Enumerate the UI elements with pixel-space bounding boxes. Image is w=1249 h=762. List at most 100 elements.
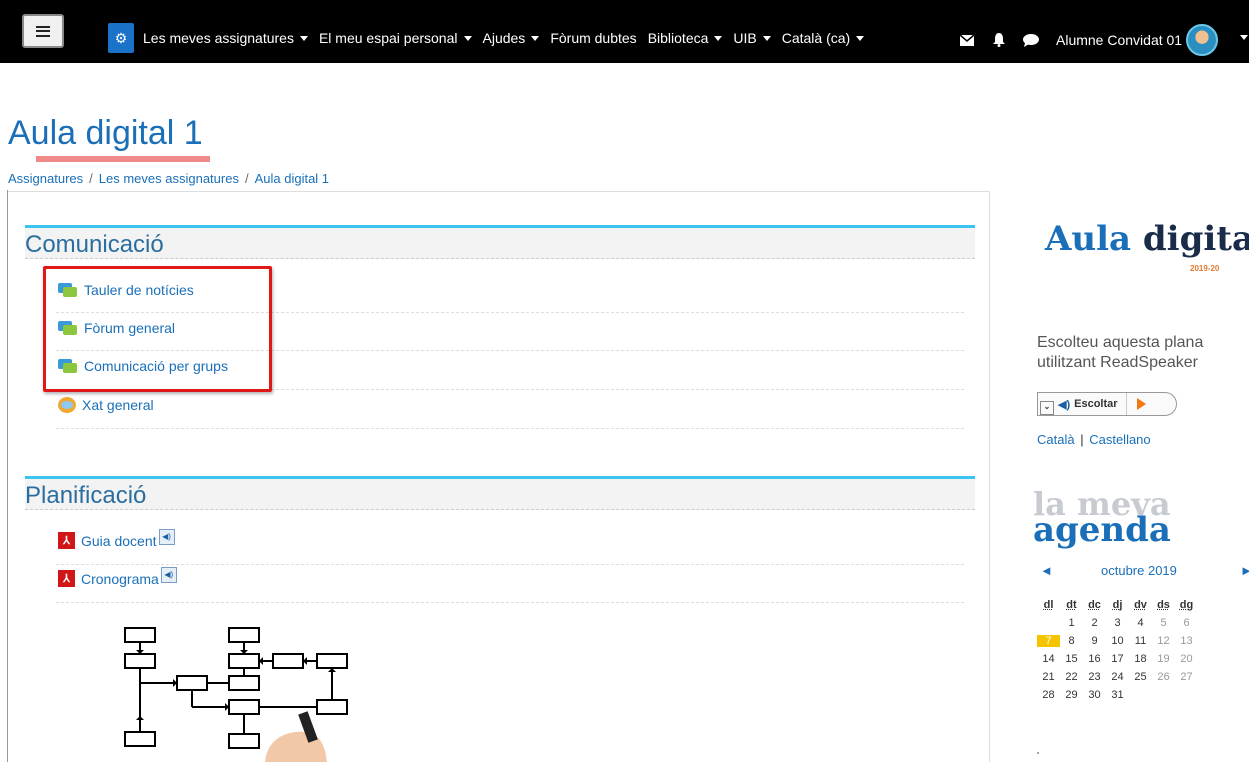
calendar-day[interactable]: 22 [1060,671,1083,683]
activity-label: Guia docent [81,532,157,549]
title-underline [36,156,210,162]
top-navbar: ⚙ Les meves assignatures El meu espai pe… [0,0,1249,63]
calendar-day[interactable]: 5 [1152,617,1175,629]
activity-label: Cronograma [81,570,159,587]
chevron-down-icon[interactable] [1240,35,1248,40]
breadcrumb-link-aula-digital-1[interactable]: Aula digital 1 [255,171,329,186]
bell-icon[interactable] [990,33,1008,47]
logo-word: digital [1142,219,1249,259]
calendar-day[interactable]: 8 [1060,635,1083,647]
breadcrumb-separator: / [244,171,249,186]
breadcrumb-separator: / [89,171,93,186]
calendar-day[interactable]: 26 [1152,671,1175,683]
calendar-day[interactable]: 4 [1129,617,1152,629]
next-month-arrow-icon[interactable]: ► [1240,563,1249,578]
chat-icon [58,397,76,413]
calendar-week: 7 8 9 10 11 12 13 [1037,632,1249,650]
calendar-day[interactable]: 11 [1129,635,1152,647]
weekday: dv [1134,599,1147,611]
nav-forum-dubtes[interactable]: Fòrum dubtes [550,30,636,46]
user-name[interactable]: Alumne Convidat 01 [1056,32,1182,48]
chevron-down-icon [463,35,472,41]
nav-les-meves-assignatures[interactable]: Les meves assignatures [143,30,308,46]
breadcrumb-link-les-meves-assignatures[interactable]: Les meves assignatures [99,171,239,186]
nav-label: Fòrum dubtes [550,30,637,46]
nav-language[interactable]: Català (ca) [782,30,865,46]
play-icon[interactable] [1136,398,1146,410]
chevron-down-icon [856,35,865,41]
calendar-day[interactable]: 15 [1060,653,1083,665]
nav-el-meu-espai-personal[interactable]: El meu espai personal [319,30,472,46]
calendar-day[interactable]: 25 [1129,671,1152,683]
calendar-day[interactable]: 20 [1175,653,1198,665]
envelope-icon[interactable] [958,33,976,47]
calendar-day[interactable]: 17 [1106,653,1129,665]
calendar-day[interactable]: 27 [1175,671,1198,683]
readspeaker-listen-button[interactable]: ⌄ ◀) Escoltar [1037,392,1177,416]
cogs-icon[interactable]: ⚙ [108,23,134,53]
calendar-day[interactable]: 2 [1083,617,1106,629]
calendar-week: 14 15 16 17 18 19 20 [1037,650,1249,668]
divider [1125,393,1127,415]
calendar-day[interactable]: 30 [1083,689,1106,701]
calendar-day[interactable]: 21 [1037,671,1060,683]
calendar-day[interactable]: 16 [1083,653,1106,665]
calendar-day[interactable]: 31 [1106,689,1129,701]
main-menu: Les meves assignatures El meu espai pers… [143,30,875,46]
nav-uib[interactable]: UIB [733,30,771,46]
calendar-day[interactable]: 10 [1106,635,1129,647]
divider [56,602,964,603]
calendar-day[interactable]: 23 [1083,671,1106,683]
calendar-day[interactable]: 28 [1037,689,1060,701]
nav-label: Ajudes [482,30,526,46]
readspeaker-text: Escolteu aquesta plana utilitzant ReadSp… [1037,334,1204,371]
speaker-icon[interactable]: ◀) [158,528,175,545]
activity-guia-docent[interactable]: ⅄ Guia docent ◀) [58,528,175,549]
previous-month-arrow-icon[interactable]: ◄ [1040,563,1053,578]
breadcrumb: Assignatures / Les meves assignatures / Aula… [8,171,329,186]
listen-label: Escoltar [1074,398,1118,410]
chevron-down-icon [531,35,540,41]
dropdown-icon[interactable]: ⌄ [1040,401,1054,415]
calendar-day[interactable]: 12 [1152,635,1175,647]
speaker-icon[interactable]: ◀) [160,566,177,583]
aula-digital-logo: Aula digital [1045,219,1249,259]
calendar-day[interactable]: 18 [1129,653,1152,665]
calendar-day[interactable]: 29 [1060,689,1083,701]
section-header-comunicacio: Comunicació [25,225,975,259]
avatar[interactable] [1186,24,1219,56]
calendar-weekday-row: dl dt dc dj dv ds dg [1037,596,1249,614]
sidebar-dot [1037,752,1039,754]
calendar-day[interactable]: 24 [1106,671,1129,683]
user-menu: Alumne Convidat 01 [958,24,1219,56]
lang-link-catala[interactable]: Català [1037,432,1075,447]
activity-xat-general[interactable]: Xat general [58,397,154,413]
chevron-down-icon [714,35,723,41]
calendar-day[interactable]: 3 [1106,617,1129,629]
nav-label: Biblioteca [647,30,709,46]
chat-bubble-icon[interactable] [1022,33,1040,47]
lang-separator: | [1080,432,1084,447]
calendar-day[interactable]: 9 [1083,635,1106,647]
section-title: Comunicació [25,231,164,258]
calendar-month[interactable]: octubre 2019 [1101,563,1177,578]
lang-link-castellano[interactable]: Castellano [1089,432,1150,447]
breadcrumb-link-assignatures[interactable]: Assignatures [8,171,83,186]
calendar-day[interactable]: 13 [1175,635,1198,647]
calendar-week: 21 22 23 24 25 26 27 [1037,668,1249,686]
calendar-day[interactable]: 6 [1175,617,1198,629]
calendar-day[interactable]: 19 [1152,653,1175,665]
calendar-day[interactable]: 1 [1060,617,1083,629]
hamburger-menu-button[interactable] [22,14,64,48]
divider [56,564,964,565]
nav-ajudes[interactable]: Ajudes [483,30,540,46]
page-title: Aula digital 1 [8,114,203,152]
weekday: ds [1157,599,1170,611]
chevron-down-icon [762,35,771,41]
calendar-day[interactable]: 14 [1037,653,1060,665]
activity-cronograma[interactable]: ⅄ Cronograma ◀) [58,566,177,587]
calendar-day-today[interactable]: 7 [1037,635,1060,647]
speaker-icon: ◀) [1058,398,1071,411]
nav-biblioteca[interactable]: Biblioteca [648,30,723,46]
weekday: dl [1043,599,1054,611]
